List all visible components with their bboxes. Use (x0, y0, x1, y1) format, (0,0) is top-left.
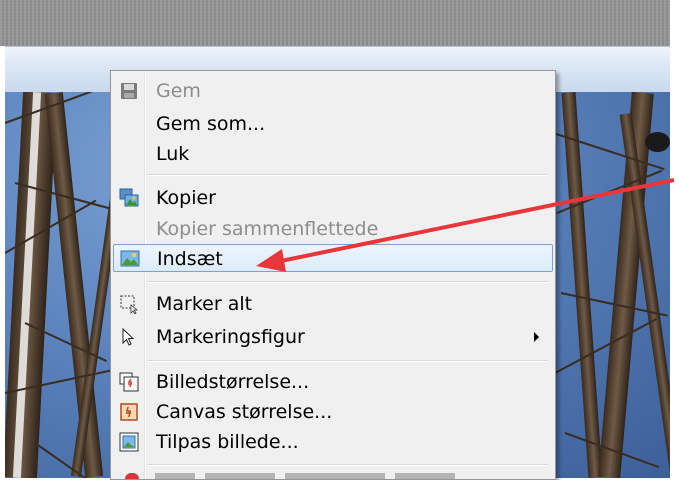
annotation-arrow (256, 178, 675, 272)
